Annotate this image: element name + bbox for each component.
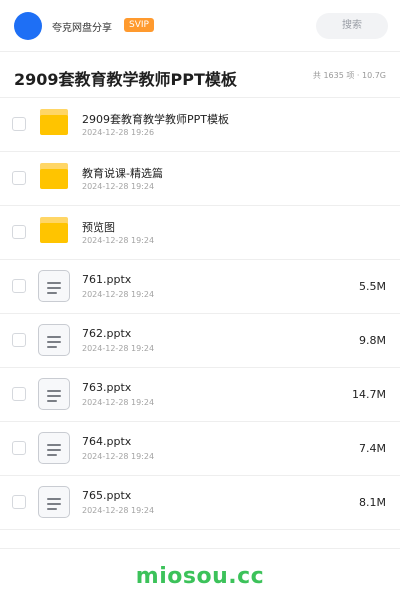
folder-icon	[40, 217, 68, 243]
list-item[interactable]: 预览图 2024-12-28 19:24	[0, 206, 400, 260]
list-item[interactable]: 教育说课-精选篇 2024-12-28 19:24	[0, 152, 400, 206]
page-title: 2909套教育教学教师PPT模板	[14, 70, 237, 89]
share-header: 2909套教育教学教师PPT模板 共 1635 项 · 10.7G	[0, 52, 400, 98]
item-date: 2024-12-28 19:24	[82, 236, 155, 245]
row-checkbox[interactable]	[12, 171, 26, 185]
item-size: 7.4M	[359, 442, 386, 455]
item-date: 2024-12-28 19:24	[82, 290, 155, 299]
svip-badge: SVIP	[124, 18, 154, 32]
row-checkbox[interactable]	[12, 117, 26, 131]
list-item[interactable]: 2909套教育教学教师PPT模板 2024-12-28 19:26	[0, 98, 400, 152]
item-date: 2024-12-28 19:24	[82, 452, 155, 461]
item-size: 9.8M	[359, 334, 386, 347]
top-bar: 夸克网盘分享 SVIP 搜索	[0, 0, 400, 52]
item-name: 764.pptx	[82, 435, 132, 448]
item-name: 预览图	[82, 221, 115, 234]
item-date: 2024-12-28 19:26	[82, 128, 155, 137]
document-icon	[38, 270, 70, 302]
item-name: 教育说课-精选篇	[82, 167, 163, 180]
item-date: 2024-12-28 19:24	[82, 344, 155, 353]
item-name: 762.pptx	[82, 327, 132, 340]
user-name: 夸克网盘分享	[52, 23, 112, 34]
item-name: 765.pptx	[82, 489, 132, 502]
item-date: 2024-12-28 19:24	[82, 398, 155, 407]
row-checkbox[interactable]	[12, 279, 26, 293]
item-name: 763.pptx	[82, 381, 132, 394]
item-size: 8.1M	[359, 496, 386, 509]
list-item[interactable]: 763.pptx 2024-12-28 19:24 14.7M	[0, 368, 400, 422]
item-name: 2909套教育教学教师PPT模板	[82, 113, 229, 126]
list-item[interactable]: 762.pptx 2024-12-28 19:24 9.8M	[0, 314, 400, 368]
row-checkbox[interactable]	[12, 495, 26, 509]
item-date: 2024-12-28 19:24	[82, 182, 155, 191]
document-icon	[38, 378, 70, 410]
list-item[interactable]: 765.pptx 2024-12-28 19:24 8.1M	[0, 476, 400, 530]
row-checkbox[interactable]	[12, 225, 26, 239]
footer: miosou.cc	[0, 548, 400, 600]
document-icon	[38, 432, 70, 464]
row-checkbox[interactable]	[12, 387, 26, 401]
row-checkbox[interactable]	[12, 441, 26, 455]
list-item[interactable]: 761.pptx 2024-12-28 19:24 5.5M	[0, 260, 400, 314]
row-checkbox[interactable]	[12, 333, 26, 347]
item-summary: 共 1635 项 · 10.7G	[312, 71, 386, 80]
list-item[interactable]: 764.pptx 2024-12-28 19:24 7.4M	[0, 422, 400, 476]
item-date: 2024-12-28 19:24	[82, 506, 155, 515]
watermark: miosou.cc	[135, 564, 265, 589]
document-icon	[38, 324, 70, 356]
search-input[interactable]: 搜索	[316, 13, 388, 39]
folder-icon	[40, 163, 68, 189]
avatar[interactable]	[14, 12, 42, 40]
document-icon	[38, 486, 70, 518]
item-name: 761.pptx	[82, 273, 132, 286]
item-size: 5.5M	[359, 280, 386, 293]
folder-icon	[40, 109, 68, 135]
item-size: 14.7M	[352, 388, 386, 401]
